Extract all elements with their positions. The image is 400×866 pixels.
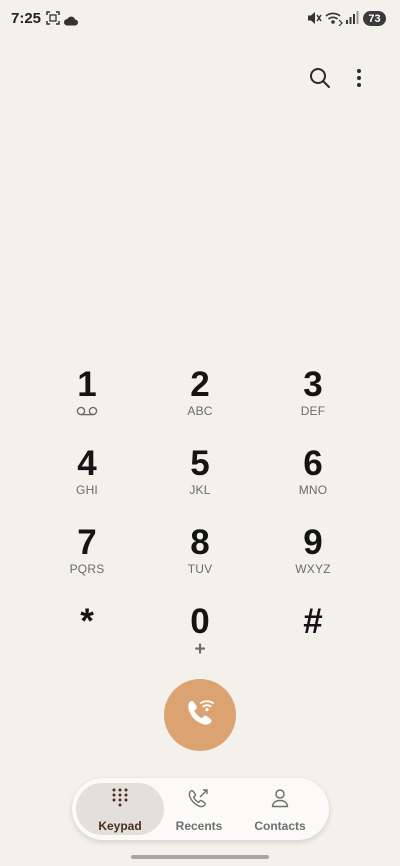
more-options-button[interactable]	[345, 66, 373, 94]
key-digit: 6	[303, 444, 323, 483]
key-5[interactable]: 5 JKL	[150, 445, 250, 521]
key-hash[interactable]: #	[263, 603, 363, 679]
voicemail-icon	[76, 403, 98, 419]
key-6[interactable]: 6 MNO	[263, 445, 363, 521]
wifi-calling-icon	[325, 10, 343, 31]
key-digit: 9	[303, 523, 323, 562]
key-2[interactable]: 2 ABC	[150, 366, 250, 442]
mute-icon	[307, 11, 322, 30]
status-time: 7:25	[11, 10, 42, 27]
tab-keypad[interactable]: Keypad	[76, 786, 164, 834]
key-star[interactable]: *	[37, 603, 137, 679]
key-digit: 8	[190, 523, 210, 562]
key-digit: 7	[77, 523, 97, 562]
wifi-call-icon	[181, 694, 219, 737]
tab-recents[interactable]: Recents	[155, 786, 243, 834]
key-1[interactable]: 1	[37, 366, 137, 442]
key-letters: ABC	[187, 404, 213, 418]
key-digit: *	[80, 602, 94, 641]
key-digit: 2	[190, 365, 210, 404]
search-button[interactable]	[306, 66, 334, 94]
key-plus: +	[194, 639, 206, 660]
key-9[interactable]: 9 WXYZ	[263, 524, 363, 600]
key-digit: 5	[190, 444, 210, 483]
tab-contacts[interactable]: Contacts	[236, 786, 324, 834]
key-4[interactable]: 4 GHI	[37, 445, 137, 521]
key-0[interactable]: 0 +	[150, 603, 250, 679]
key-3[interactable]: 3 DEF	[263, 366, 363, 442]
tab-label: Recents	[175, 819, 223, 833]
key-letters: GHI	[76, 483, 98, 497]
key-letters: DEF	[300, 404, 326, 418]
more-options-icon	[356, 68, 362, 93]
key-letters: JKL	[189, 483, 211, 497]
search-icon	[309, 67, 331, 94]
cloud-icon	[63, 13, 78, 31]
battery-indicator: 73	[363, 11, 386, 26]
keypad-icon	[111, 786, 129, 813]
key-letters: MNO	[298, 483, 328, 497]
key-digit: 3	[303, 365, 323, 404]
key-letters: WXYZ	[295, 562, 331, 576]
screenshot-icon	[46, 11, 60, 30]
dial-keypad: 1 2 ABC 3 DEF 4 GHI 5 JKL 6 MNO 7 PQRS 8…	[0, 366, 400, 660]
key-digit: #	[303, 602, 323, 641]
key-letters: TUV	[187, 562, 213, 576]
key-7[interactable]: 7 PQRS	[37, 524, 137, 600]
status-bar: 7:25 73	[0, 0, 400, 38]
key-digit: 4	[77, 444, 97, 483]
signal-icon	[345, 11, 359, 30]
key-digit: 0	[190, 602, 210, 641]
key-letters: PQRS	[69, 562, 105, 576]
contacts-icon	[270, 786, 290, 813]
call-button[interactable]	[164, 679, 236, 751]
gesture-bar[interactable]	[131, 855, 269, 859]
key-digit: 1	[77, 365, 97, 404]
tab-label: Keypad	[98, 819, 142, 833]
tab-label: Contacts	[254, 819, 306, 833]
key-8[interactable]: 8 TUV	[150, 524, 250, 600]
recents-icon	[187, 786, 211, 813]
